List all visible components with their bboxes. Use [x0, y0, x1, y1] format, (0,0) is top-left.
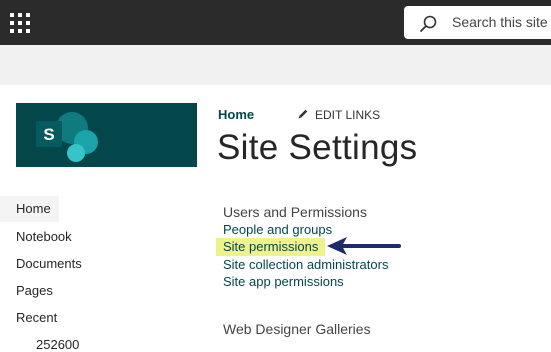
- link-site-collection-administrators[interactable]: Site collection administrators: [223, 257, 388, 272]
- nav-item-home[interactable]: Home: [0, 196, 59, 222]
- edit-links-button[interactable]: EDIT LINKS: [297, 108, 380, 122]
- edit-links-label: EDIT LINKS: [315, 108, 381, 122]
- search-input[interactable]: Search this site: [452, 14, 548, 30]
- site-logo[interactable]: S: [16, 103, 197, 167]
- nav-item-recent[interactable]: Recent: [16, 310, 57, 325]
- annotation-arrow-icon: [327, 237, 401, 255]
- link-site-app-permissions[interactable]: Site app permissions: [223, 274, 344, 289]
- link-people-and-groups[interactable]: People and groups: [223, 222, 332, 237]
- search-box[interactable]: Search this site: [404, 6, 551, 39]
- svg-text:S: S: [43, 125, 54, 144]
- suite-bar: Search this site: [0, 0, 551, 45]
- link-site-permissions[interactable]: Site permissions: [216, 238, 326, 256]
- section-heading-users-permissions: Users and Permissions: [223, 204, 367, 220]
- nav-item-pages[interactable]: Pages: [16, 283, 53, 298]
- pencil-icon: [298, 109, 308, 119]
- command-band: [0, 45, 551, 85]
- breadcrumb-home-link[interactable]: Home: [218, 107, 254, 122]
- nav-subitem-recent[interactable]: 252600: [36, 337, 79, 352]
- nav-item-documents[interactable]: Documents: [16, 256, 82, 271]
- nav-item-notebook[interactable]: Notebook: [16, 229, 72, 244]
- app-launcher-icon[interactable]: [10, 13, 30, 33]
- search-icon: [420, 15, 437, 32]
- page-title: Site Settings: [217, 128, 418, 167]
- sharepoint-logo-icon: S: [36, 112, 98, 162]
- section-heading-web-designer-galleries: Web Designer Galleries: [223, 321, 371, 337]
